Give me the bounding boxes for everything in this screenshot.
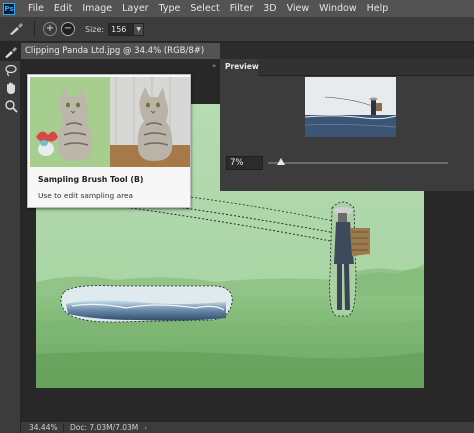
menu-bar: Ps File Edit Image Layer Type Select Fil…: [0, 0, 474, 17]
preview-tab-divider: [258, 75, 474, 76]
status-divider: [63, 422, 64, 433]
menu-layer[interactable]: Layer: [117, 0, 154, 17]
menu-view[interactable]: View: [282, 0, 315, 17]
tool-zoom[interactable]: [0, 97, 21, 115]
document-tabstrip: [220, 43, 474, 59]
tooltip-description: Use to edit sampling area: [38, 191, 134, 200]
collapse-panel-icon[interactable]: »: [212, 62, 220, 70]
preview-zoom-slider[interactable]: [268, 158, 448, 165]
chevron-down-icon: ▼: [136, 25, 141, 33]
menu-image[interactable]: Image: [77, 0, 117, 17]
chevron-right-icon[interactable]: ›: [144, 424, 147, 432]
status-doc-size: Doc: 7.03M/7.03M: [70, 423, 139, 432]
subtract-from-area-button[interactable]: −: [61, 22, 75, 36]
menu-filter[interactable]: Filter: [225, 0, 259, 17]
minus-icon: −: [63, 23, 73, 34]
photoshop-logo[interactable]: Ps: [3, 2, 15, 15]
preview-zoom-row: 7%: [226, 156, 466, 172]
size-input[interactable]: 156: [108, 22, 135, 36]
slider-handle[interactable]: [276, 158, 285, 165]
menu-3d[interactable]: 3D: [258, 0, 281, 17]
tool-tooltip: Sampling Brush Tool (B) Use to edit samp…: [27, 74, 191, 208]
add-to-area-button[interactable]: +: [43, 22, 57, 36]
tool-sampling-brush[interactable]: [0, 43, 21, 61]
tool-lasso[interactable]: [0, 61, 21, 79]
sampling-brush-icon[interactable]: [6, 20, 26, 38]
options-divider: [34, 21, 35, 37]
tooltip-illustration: [30, 77, 190, 167]
menu-file[interactable]: File: [23, 0, 49, 17]
menu-type[interactable]: Type: [154, 0, 186, 17]
size-dropdown-button[interactable]: ▼: [134, 22, 145, 36]
preview-thumbnail[interactable]: [305, 77, 396, 137]
photoshop-window: Ps File Edit Image Layer Type Select Fil…: [0, 0, 474, 433]
tooltip-title: Sampling Brush Tool (B): [38, 175, 144, 184]
tool-hand[interactable]: [0, 79, 21, 97]
document-tab[interactable]: Clipping Panda Ltd.jpg @ 34.4% (RGB/8#): [21, 43, 220, 59]
lasso-icon: [4, 64, 17, 77]
menu-select[interactable]: Select: [185, 0, 224, 17]
options-bar: + − Size: 156 ▼: [0, 17, 474, 42]
hand-icon: [6, 82, 15, 94]
status-zoom-level[interactable]: 34.44%: [21, 423, 63, 432]
status-bar: 34.44% Doc: 7.03M/7.03M ›: [21, 421, 474, 433]
sampling-brush-icon: [4, 47, 17, 58]
menu-window[interactable]: Window: [314, 0, 361, 17]
plus-icon: +: [45, 23, 55, 34]
preview-tab[interactable]: Preview: [220, 59, 259, 75]
zoom-icon: [4, 100, 18, 113]
menu-help[interactable]: Help: [362, 0, 394, 17]
preview-zoom-input[interactable]: 7%: [226, 156, 263, 170]
size-label: Size:: [85, 24, 105, 34]
menu-edit[interactable]: Edit: [49, 0, 77, 17]
tools-panel: [0, 43, 21, 433]
